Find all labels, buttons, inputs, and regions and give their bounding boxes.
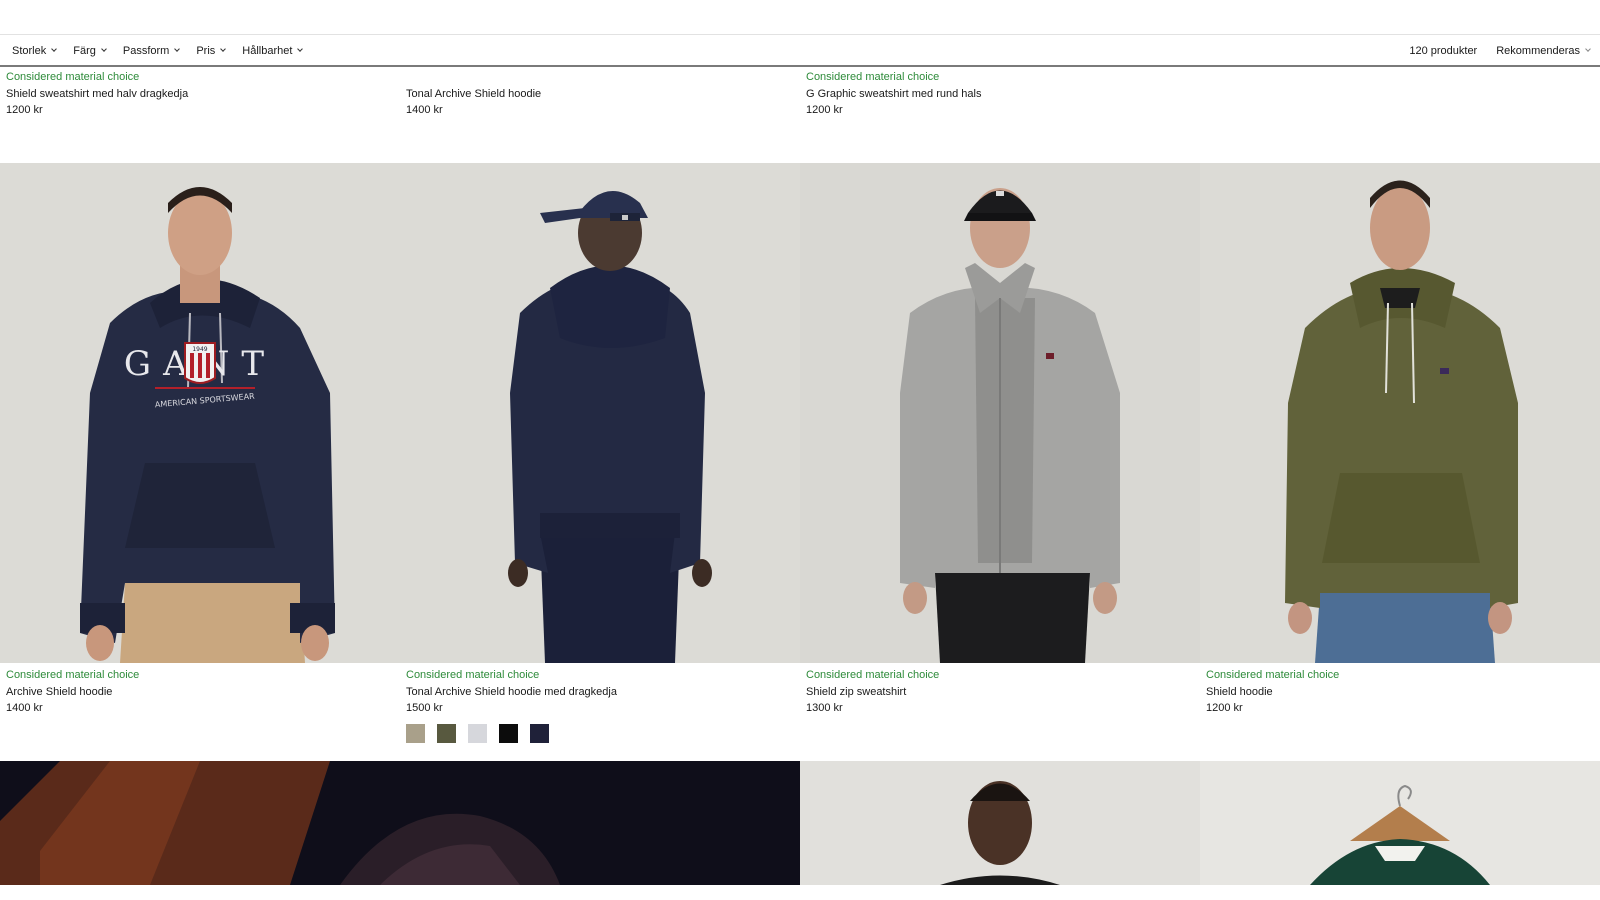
chevron-down-icon xyxy=(220,46,227,52)
color-swatch[interactable] xyxy=(437,724,456,743)
product-card-info[interactable]: Considered material choice G Graphic swe… xyxy=(800,69,981,119)
product-price: 1400 kr xyxy=(6,702,43,714)
color-swatch[interactable] xyxy=(499,724,518,743)
filter-size[interactable]: Storlek xyxy=(12,44,58,57)
campaign-banner-image[interactable] xyxy=(0,761,800,885)
filter-sustainability[interactable]: Hållbarhet xyxy=(242,44,304,57)
filter-bar: Storlek Färg Passform Pris Hållbarhet 12… xyxy=(0,36,1600,67)
sustainability-badge: Considered material choice xyxy=(1206,669,1340,681)
sustainability-badge: Considered material choice xyxy=(406,669,540,681)
color-swatch-list xyxy=(406,724,561,743)
site-header xyxy=(0,0,1600,35)
pants xyxy=(120,583,305,663)
sustainability-badge: Considered material choice xyxy=(806,669,940,681)
product-price: 1200 kr xyxy=(6,104,43,116)
product-name[interactable]: Tonal Archive Shield hoodie med dragkedj… xyxy=(406,684,617,701)
product-card-info[interactable]: Considered material choice Archive Shiel… xyxy=(0,667,139,717)
sort-label: Rekommenderas xyxy=(1496,44,1580,57)
product-price: 1200 kr xyxy=(1206,702,1243,714)
product-image[interactable] xyxy=(1200,761,1600,885)
filter-fit-label: Passform xyxy=(122,44,170,57)
jeans xyxy=(1315,593,1495,663)
product-name[interactable]: Shield zip sweatshirt xyxy=(806,684,939,701)
product-image-tonal-archive-zip-hoodie[interactable] xyxy=(400,163,800,663)
product-row-next xyxy=(0,761,1600,885)
chevron-down-icon xyxy=(101,46,107,52)
product-card-info[interactable]: Tonal Archive Shield hoodie 1400 kr xyxy=(400,86,541,119)
filter-fit[interactable]: Passform xyxy=(122,44,181,57)
filter-color[interactable]: Färg xyxy=(73,44,107,57)
product-card-info[interactable]: Considered material choice Shield sweats… xyxy=(0,69,188,119)
filter-price[interactable]: Pris xyxy=(196,44,227,57)
product-price: 1400 kr xyxy=(406,104,443,116)
chevron-down-icon xyxy=(174,46,181,52)
color-swatch[interactable] xyxy=(406,724,425,743)
sustainability-badge: Considered material choice xyxy=(6,669,140,681)
product-count: 120 produkter xyxy=(1409,44,1478,57)
product-image-archive-shield-hoodie[interactable]: GANT 1949 AMERICAN SPORTSWEAR xyxy=(0,163,400,663)
product-image[interactable] xyxy=(800,761,1200,885)
filter-size-label: Storlek xyxy=(12,44,47,57)
logo-year: 1949 xyxy=(192,346,207,353)
color-swatch[interactable] xyxy=(468,724,487,743)
filter-color-label: Färg xyxy=(73,44,96,57)
color-swatch[interactable] xyxy=(530,724,549,743)
sort-dropdown[interactable]: Rekommenderas xyxy=(1496,44,1591,57)
product-row-previous: Considered material choice Shield sweats… xyxy=(0,69,1600,159)
sustainability-badge: Considered material choice xyxy=(6,71,140,83)
pants xyxy=(540,533,680,663)
chevron-down-icon xyxy=(297,46,304,52)
filter-price-label: Pris xyxy=(196,44,216,57)
chevron-down-icon xyxy=(1585,46,1591,52)
product-price: 1200 kr xyxy=(806,104,843,116)
filter-sustainability-label: Hållbarhet xyxy=(242,44,293,57)
pants xyxy=(935,573,1090,663)
listing-controls: 120 produkter Rekommenderas xyxy=(1409,45,1600,57)
product-image-row: GANT 1949 AMERICAN SPORTSWEAR xyxy=(0,163,1600,663)
product-card-info[interactable]: Considered material choice Tonal Archive… xyxy=(400,667,617,717)
product-image-shield-hoodie[interactable] xyxy=(1200,163,1600,663)
product-name[interactable]: Tonal Archive Shield hoodie xyxy=(406,86,541,103)
product-name[interactable]: Archive Shield hoodie xyxy=(6,684,139,701)
product-name[interactable]: Shield hoodie xyxy=(1206,684,1339,701)
sustainability-badge: Considered material choice xyxy=(806,71,940,83)
product-name[interactable]: G Graphic sweatshirt med rund hals xyxy=(806,86,981,103)
product-price: 1300 kr xyxy=(806,702,843,714)
product-card-info[interactable]: Considered material choice Shield hoodie… xyxy=(1200,667,1339,717)
filter-list: Storlek Färg Passform Pris Hållbarhet xyxy=(0,45,319,57)
product-price: 1500 kr xyxy=(406,702,443,714)
product-name[interactable]: Shield sweatshirt med halv dragkedja xyxy=(6,86,188,103)
product-image-shield-zip-sweatshirt[interactable] xyxy=(800,163,1200,663)
chevron-down-icon xyxy=(51,46,58,52)
product-card-info[interactable]: Considered material choice Shield zip sw… xyxy=(800,667,939,717)
